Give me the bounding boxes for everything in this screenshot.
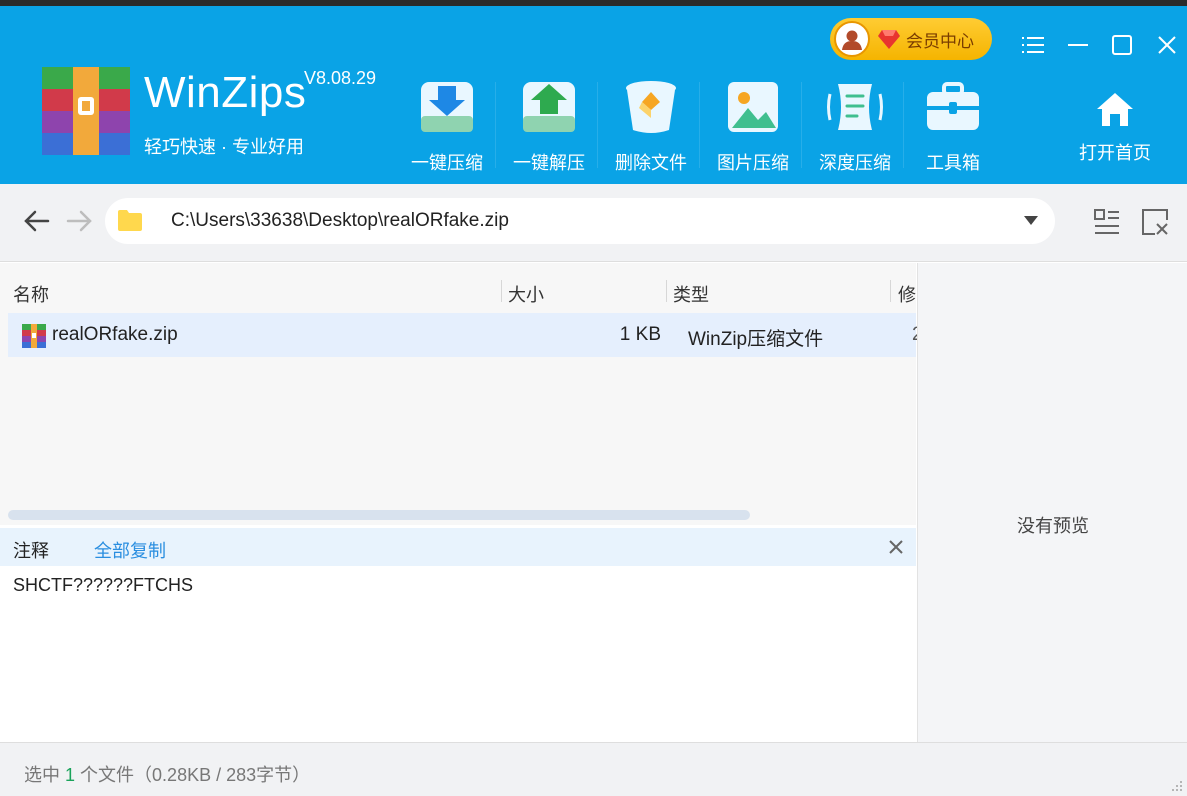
folder-icon <box>118 210 142 231</box>
avatar <box>834 21 870 57</box>
tool-deep-compress-button[interactable]: 深度压缩 <box>809 78 901 175</box>
back-arrow-icon[interactable] <box>22 206 52 236</box>
tool-toolbox-button[interactable]: 工具箱 <box>907 78 999 175</box>
file-type: WinZip压缩文件 <box>688 329 824 350</box>
zip-file-icon <box>22 324 46 348</box>
horizontal-scrollbar[interactable] <box>8 510 750 520</box>
tool-image-compress-button[interactable]: 图片压缩 <box>707 78 799 175</box>
close-preview-icon[interactable] <box>1141 208 1169 236</box>
vip-center-label: 会员中心 <box>906 31 974 51</box>
column-divider[interactable] <box>501 280 502 302</box>
chevron-down-icon[interactable] <box>1023 214 1039 226</box>
comment-body[interactable]: SHCTF??????FTCHS <box>0 566 916 742</box>
path-field[interactable]: C:\Users\33638\Desktop\realORfake.zip <box>105 198 1055 244</box>
comment-text: SHCTF??????FTCHS <box>13 575 194 595</box>
close-icon[interactable] <box>1154 32 1180 58</box>
column-divider[interactable] <box>890 280 891 302</box>
tool-image-compress-label: 图片压缩 <box>717 153 789 173</box>
toolbar-divider <box>495 82 496 168</box>
maximize-icon[interactable] <box>1109 32 1135 58</box>
copy-all-link[interactable]: 全部复制 <box>94 537 166 563</box>
diamond-icon <box>878 30 900 49</box>
forward-arrow-icon[interactable] <box>64 206 94 236</box>
open-home-button[interactable]: 打开首页 <box>1070 90 1160 165</box>
view-mode-icon[interactable] <box>1093 208 1121 236</box>
path-text: C:\Users\33638\Desktop\realORfake.zip <box>171 210 509 231</box>
close-comment-icon[interactable] <box>888 539 904 555</box>
deep-compress-icon <box>827 84 883 130</box>
resize-grip-icon[interactable] <box>1169 778 1183 792</box>
app-version: V8.08.29 <box>304 68 377 88</box>
app-name: WinZips <box>144 68 307 117</box>
tool-delete-button[interactable]: 删除文件 <box>605 78 697 175</box>
delete-file-icon <box>626 81 676 133</box>
toolbar-divider <box>903 82 904 168</box>
menu-icon[interactable] <box>1020 32 1046 58</box>
toolbox-icon <box>927 82 979 130</box>
selection-status: 选中 1 个文件（0.28KB / 283字节） <box>24 761 310 787</box>
user-avatar-icon <box>842 30 862 50</box>
tool-delete-label: 删除文件 <box>615 153 687 173</box>
header-bar: WinZips V8.08.29 轻巧快速 · 专业好用 会员中心 一键压缩 一… <box>0 6 1187 184</box>
column-header-size[interactable]: 大小 <box>508 281 544 307</box>
file-list: 名称 大小 类型 修 realORfake.zip 1 KB WinZip压缩文… <box>0 263 923 525</box>
file-size: 1 KB <box>619 324 661 345</box>
tool-extract-button[interactable]: 一键解压 <box>503 78 595 175</box>
status-prefix: 选中 <box>24 765 60 785</box>
toolbar-divider <box>699 82 700 168</box>
tool-deep-compress-label: 深度压缩 <box>819 153 891 173</box>
no-preview-text: 没有预览 <box>1017 516 1089 536</box>
toolbar-divider <box>801 82 802 168</box>
app-slogan: 轻巧快速 · 专业好用 <box>144 137 304 157</box>
preview-pane: 没有预览 <box>917 263 1187 742</box>
file-name: realORfake.zip <box>52 324 178 345</box>
winzips-logo-icon <box>42 67 130 155</box>
status-bar: 选中 1 个文件（0.28KB / 283字节） <box>0 742 1187 796</box>
home-icon <box>1097 93 1133 126</box>
tool-compress-button[interactable]: 一键压缩 <box>401 78 493 175</box>
toolbar-divider <box>597 82 598 168</box>
extract-icon <box>523 82 575 132</box>
column-header-modified[interactable]: 修 <box>898 281 916 307</box>
column-header-name[interactable]: 名称 <box>13 281 49 307</box>
table-row[interactable]: realORfake.zip 1 KB WinZip压缩文件 2 <box>8 313 923 357</box>
comment-title: 注释 <box>13 541 49 561</box>
status-count: 1 <box>65 765 76 785</box>
column-header-type[interactable]: 类型 <box>673 281 709 307</box>
tool-extract-label: 一键解压 <box>513 153 585 173</box>
tool-compress-label: 一键压缩 <box>411 153 483 173</box>
minimize-icon[interactable] <box>1065 32 1091 58</box>
image-compress-icon <box>728 82 778 132</box>
comment-header: 注释 全部复制 <box>0 528 916 566</box>
compress-icon <box>421 82 473 132</box>
status-suffix: 个文件（0.28KB / 283字节） <box>80 765 311 785</box>
vip-center-button[interactable]: 会员中心 <box>830 18 992 60</box>
open-home-label: 打开首页 <box>1079 143 1151 163</box>
address-row: C:\Users\33638\Desktop\realORfake.zip <box>0 184 1187 262</box>
column-divider[interactable] <box>666 280 667 302</box>
tool-toolbox-label: 工具箱 <box>926 153 980 173</box>
